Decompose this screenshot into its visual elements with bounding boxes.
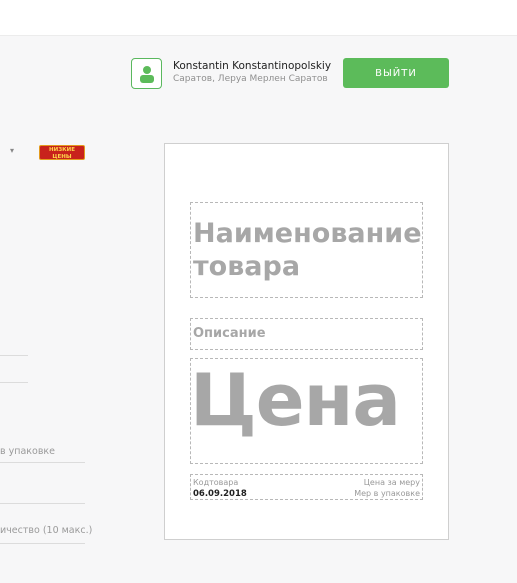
price-box: Цена	[190, 358, 423, 464]
pack-measure-label: Мер в упаковке	[354, 489, 420, 498]
user-location: Саратов, Леруа Мерлен Саратов	[173, 74, 328, 84]
top-bar	[0, 0, 517, 36]
quantity-field-label: ичество (10 макс.)	[0, 525, 93, 536]
input-underline[interactable]	[0, 355, 28, 356]
logout-button[interactable]: ВЫЙТИ	[343, 58, 449, 88]
date-label: 06.09.2018	[193, 489, 247, 499]
pack-field-underline[interactable]	[0, 462, 85, 463]
input-underline[interactable]	[0, 503, 85, 504]
sku-label: Кодтовара	[193, 478, 239, 487]
description-placeholder: Описание	[193, 326, 266, 341]
product-name-box: Наименование товара	[190, 202, 423, 298]
price-placeholder: Цена	[190, 358, 401, 442]
chevron-down-icon[interactable]: ▾	[10, 146, 14, 155]
quantity-field-underline[interactable]	[0, 543, 85, 544]
product-name-placeholder: Наименование товара	[193, 218, 422, 282]
user-icon	[140, 66, 154, 83]
pack-field-label: в упаковке	[0, 446, 56, 457]
user-avatar[interactable]	[131, 58, 162, 89]
user-name: Konstantin Konstantinopolskiy	[173, 60, 332, 72]
price-per-measure-label: Цена за меру	[363, 478, 420, 487]
tag-footer-box: Кодтовара 06.09.2018 Цена за меру Мер в …	[190, 474, 423, 500]
promo-badge[interactable]: НИЗКИЕ ЦЕНЫ КАЖДЫЙ ДЕНЬ	[39, 145, 85, 160]
description-box: Описание	[190, 318, 423, 350]
input-underline[interactable]	[0, 382, 28, 383]
